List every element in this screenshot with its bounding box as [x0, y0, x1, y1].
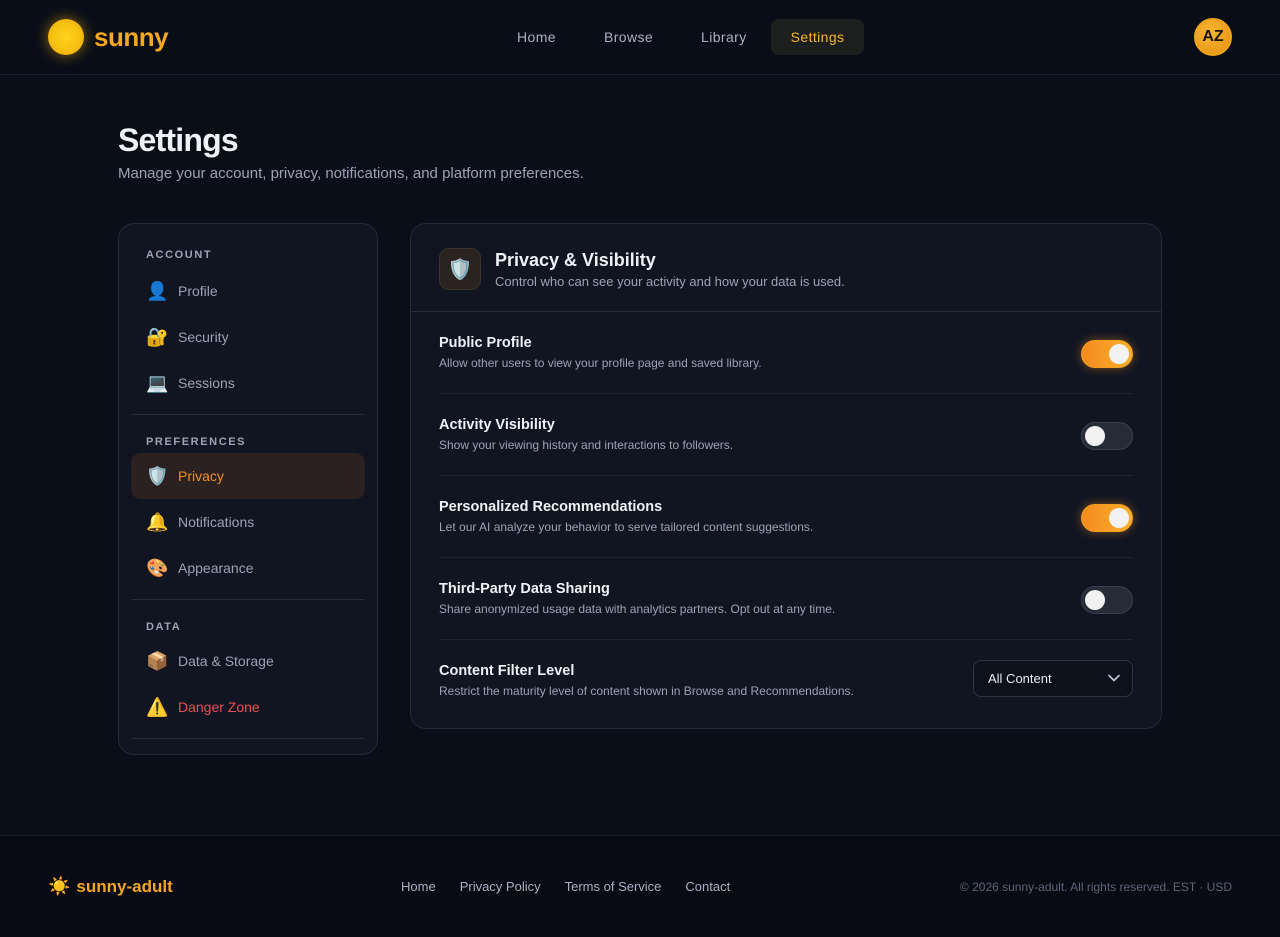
select-value: All Content [988, 671, 1052, 686]
footer-brand[interactable]: ☀️ sunny-adult [48, 876, 173, 897]
sidebar-item-profile[interactable]: 👤 Profile [131, 268, 365, 314]
brand-logo[interactable]: sunny [48, 19, 169, 55]
lock-icon: 🔐 [146, 327, 169, 347]
sidebar-item-sessions[interactable]: 💻 Sessions [131, 360, 365, 406]
shield-icon: 🛡️ [146, 466, 169, 486]
sidebar-item-privacy[interactable]: 🛡️ Privacy [131, 453, 365, 499]
group-label-preferences: PREFERENCES [146, 436, 247, 448]
sun-icon: ☀️ [48, 876, 71, 896]
toggle-knob [1085, 426, 1105, 446]
page-title: Settings [118, 122, 239, 158]
page-subtitle: Manage your account, privacy, notificati… [118, 165, 584, 182]
setting-description: Share anonymized usage data with analyti… [439, 602, 836, 616]
top-navigation-bar: sunny Home Browse Library Settings AZ [0, 0, 1280, 75]
setting-title: Personalized Recommendations [439, 499, 663, 515]
sidebar-item-appearance[interactable]: 🎨 Appearance [131, 545, 365, 591]
shield-icon: 🛡️ [439, 248, 481, 290]
toggle-knob [1109, 508, 1129, 528]
nav-settings[interactable]: Settings [770, 19, 865, 55]
sidebar-item-label: Profile [178, 283, 218, 299]
third-party-sharing-toggle[interactable] [1081, 586, 1133, 614]
page-footer: ☀️ sunny-adult Home Privacy Policy Terms… [0, 835, 1280, 937]
setting-row-public-profile: Public Profile Allow other users to view… [439, 312, 1133, 394]
sidebar-item-notifications[interactable]: 🔔 Notifications [131, 499, 365, 545]
panel-header: 🛡️ Privacy & Visibility Control who can … [411, 224, 1161, 312]
setting-title: Public Profile [439, 335, 532, 351]
bell-icon: 🔔 [146, 512, 169, 532]
settings-sidebar: ACCOUNT 👤 Profile 🔐 Security 💻 Sessions … [118, 223, 378, 755]
nav-home[interactable]: Home [493, 19, 580, 55]
setting-description: Let our AI analyze your behavior to serv… [439, 520, 814, 534]
main-nav: Home Browse Library Settings [493, 19, 865, 55]
warning-icon: ⚠️ [146, 697, 169, 717]
nav-library[interactable]: Library [677, 19, 771, 55]
panel-title: Privacy & Visibility [495, 250, 656, 270]
privacy-settings-panel: 🛡️ Privacy & Visibility Control who can … [410, 223, 1162, 729]
divider [131, 738, 365, 739]
setting-row-activity-visibility: Activity Visibility Show your viewing hi… [439, 394, 1133, 476]
sidebar-item-danger-zone[interactable]: ⚠️ Danger Zone [131, 684, 365, 730]
setting-row-personalized-recommendations: Personalized Recommendations Let our AI … [439, 476, 1133, 558]
toggle-knob [1085, 590, 1105, 610]
sidebar-item-label: Appearance [178, 560, 254, 576]
sidebar-item-label: Notifications [178, 514, 255, 530]
personalized-recommendations-toggle[interactable] [1081, 504, 1133, 532]
footer-links: Home Privacy Policy Terms of Service Con… [401, 879, 730, 894]
setting-description: Allow other users to view your profile p… [439, 356, 762, 370]
sidebar-item-security[interactable]: 🔐 Security [131, 314, 365, 360]
group-label-account: ACCOUNT [146, 249, 213, 261]
setting-row-content-filter: Content Filter Level Restrict the maturi… [439, 640, 1133, 722]
setting-title: Activity Visibility [439, 417, 555, 433]
group-label-data: DATA [146, 621, 182, 633]
content-filter-select[interactable]: All Content [973, 660, 1133, 697]
sidebar-item-label: Sessions [178, 375, 235, 391]
copyright-text: © 2026 sunny-adult. All rights reserved.… [959, 880, 1232, 894]
chevron-down-icon [1108, 674, 1120, 682]
sidebar-item-data-storage[interactable]: 📦 Data & Storage [131, 638, 365, 684]
setting-title: Content Filter Level [439, 663, 575, 679]
activity-visibility-toggle[interactable] [1081, 422, 1133, 450]
nav-browse[interactable]: Browse [580, 19, 677, 55]
panel-description: Control who can see your activity and ho… [495, 274, 845, 289]
setting-description: Restrict the maturity level of content s… [439, 684, 854, 698]
brand-name: sunny [94, 21, 169, 52]
package-icon: 📦 [146, 651, 169, 671]
setting-row-third-party-sharing: Third-Party Data Sharing Share anonymize… [439, 558, 1133, 640]
public-profile-toggle[interactable] [1081, 340, 1133, 368]
user-avatar[interactable]: AZ [1194, 18, 1232, 56]
footer-brand-name: sunny-adult [76, 876, 173, 896]
footer-link-privacy-policy[interactable]: Privacy Policy [460, 879, 541, 894]
footer-link-terms[interactable]: Terms of Service [565, 879, 662, 894]
setting-description: Show your viewing history and interactio… [439, 438, 734, 452]
footer-link-contact[interactable]: Contact [685, 879, 730, 894]
palette-icon: 🎨 [146, 558, 169, 578]
sidebar-item-label: Privacy [178, 468, 224, 484]
setting-title: Third-Party Data Sharing [439, 581, 610, 597]
user-icon: 👤 [146, 281, 169, 301]
footer-link-home[interactable]: Home [401, 879, 436, 894]
sidebar-item-label: Security [178, 329, 229, 345]
sidebar-item-label: Data & Storage [178, 653, 274, 669]
laptop-icon: 💻 [146, 373, 169, 393]
sun-logo-icon [48, 19, 84, 55]
sidebar-item-label: Danger Zone [178, 699, 260, 715]
toggle-knob [1109, 344, 1129, 364]
